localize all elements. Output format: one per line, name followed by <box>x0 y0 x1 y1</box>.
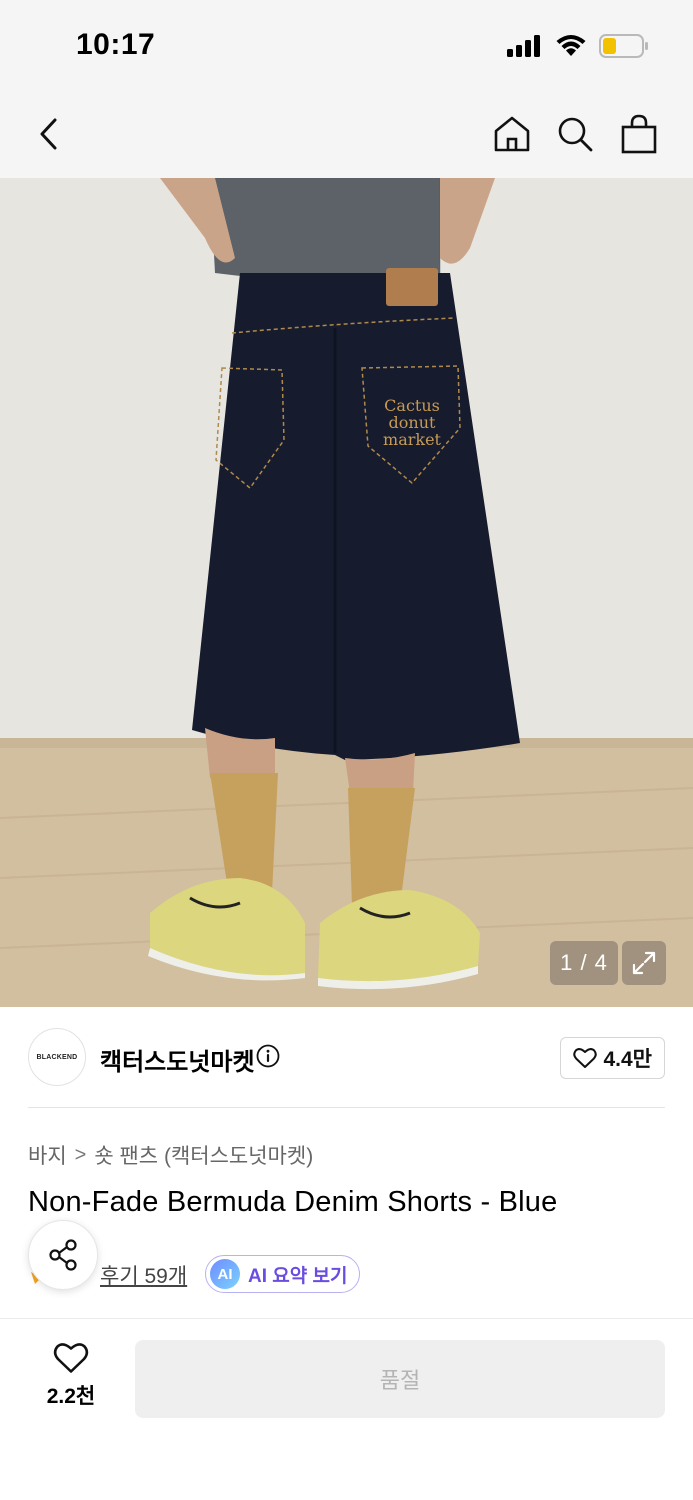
breadcrumb-separator: > <box>74 1143 87 1166</box>
shopping-bag-button[interactable] <box>613 108 665 160</box>
heart-outline-icon <box>573 1048 598 1068</box>
expand-icon <box>632 951 656 975</box>
status-time: 10:17 <box>76 28 156 61</box>
wifi-icon <box>556 35 586 56</box>
battery-icon <box>599 34 648 58</box>
sold-out-button: 품절 <box>135 1340 665 1418</box>
info-icon[interactable] <box>256 1044 280 1068</box>
breadcrumb-subcategory[interactable]: 숏 팬츠 (캑터스도넛마켓) <box>94 1140 313 1170</box>
brand-logo[interactable]: BLACKEND <box>28 1028 86 1086</box>
review-row: 후기 59개 AI AI 요약 보기 <box>28 1220 665 1293</box>
brand-like-count: 4.4만 <box>603 1048 652 1071</box>
product-image-gallery[interactable]: Cactus donut market <box>0 178 693 1007</box>
back-icon <box>40 118 57 150</box>
top-navigation <box>0 90 693 178</box>
share-button[interactable] <box>28 1220 98 1290</box>
home-button[interactable] <box>486 108 538 160</box>
bottom-bar-divider <box>0 1318 693 1319</box>
ai-summary-label: AI 요약 보기 <box>248 1265 348 1287</box>
search-button[interactable] <box>549 108 601 160</box>
breadcrumb-category[interactable]: 바지 <box>28 1140 67 1170</box>
review-count-link[interactable]: 후기 59개 <box>100 1260 187 1290</box>
ai-summary-button[interactable]: AI AI 요약 보기 <box>205 1255 361 1293</box>
breadcrumb: 바지 > 숏 팬츠 (캑터스도넛마켓) <box>28 1140 313 1170</box>
brand-like-button[interactable]: 4.4만 <box>560 1037 665 1079</box>
brand-name[interactable]: 캑터스도넛마켓 <box>100 1042 255 1077</box>
status-icons <box>507 32 649 60</box>
ai-badge-icon: AI <box>210 1259 240 1289</box>
home-icon <box>494 116 530 152</box>
svg-text:market: market <box>383 430 442 449</box>
back-button[interactable] <box>24 108 76 160</box>
wishlist-count: 2.2천 <box>46 1385 96 1408</box>
cellular-signal-icon <box>507 35 540 57</box>
search-icon <box>558 117 593 152</box>
product-photo: Cactus donut market <box>0 178 693 1007</box>
wishlist-button[interactable]: 2.2천 <box>30 1342 112 1418</box>
bag-icon <box>621 114 657 154</box>
image-counter: 1 / 4 <box>550 941 618 985</box>
section-divider <box>28 1107 665 1108</box>
brand-row: BLACKEND 캑터스도넛마켓 4.4만 <box>28 1028 665 1086</box>
share-icon <box>49 1239 77 1271</box>
status-bar: 10:17 <box>0 0 693 90</box>
product-title: Non-Fade Bermuda Denim Shorts - Blue <box>28 1186 558 1218</box>
fullscreen-button[interactable] <box>622 941 666 985</box>
heart-outline-icon <box>53 1343 89 1373</box>
